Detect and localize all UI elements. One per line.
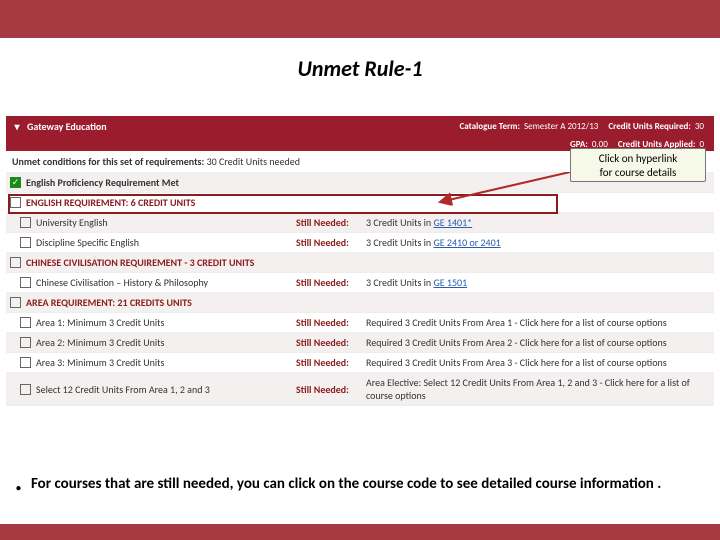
catalogue-term-value: Semester A 2012/13 — [524, 121, 608, 132]
slide-bottom-band — [0, 524, 720, 540]
credits-required-label: Credit Units Required: — [608, 121, 695, 132]
bullet-dot-icon: • — [16, 481, 21, 494]
checkbox-unmet-icon — [20, 384, 31, 395]
catalogue-term-label: Catalogue Term: — [459, 121, 524, 132]
row-label: University English — [36, 216, 296, 229]
callout-arrow-icon — [430, 172, 580, 212]
checkbox-unmet-icon — [20, 317, 31, 328]
checkbox-unmet-icon — [10, 297, 21, 308]
section-header-gateway-education[interactable]: ▾ Gateway Education Catalogue Term: Seme… — [6, 116, 714, 137]
still-needed-label: Still Needed: — [296, 276, 366, 289]
still-needed-label: Still Needed: — [296, 383, 366, 396]
checkbox-unmet-icon — [20, 357, 31, 368]
callout-line2: for course details — [600, 166, 677, 179]
still-needed-text: 3 Credit Units in GE 1501 — [366, 276, 710, 289]
row-area-1: Area 1: Minimum 3 Credit Units Still Nee… — [6, 313, 714, 333]
row-discipline-specific-english: Discipline Specific English Still Needed… — [6, 233, 714, 253]
row-label: Area 3: Minimum 3 Credit Units — [36, 356, 296, 369]
credits-required-value: 30 — [695, 121, 714, 132]
row-chinese-civilisation: Chinese Civilisation – History & Philoso… — [6, 273, 714, 293]
checkbox-unmet-icon — [10, 257, 21, 268]
row-label: Select 12 Credit Units From Area 1, 2 an… — [36, 383, 296, 396]
unmet-conditions-text: 30 Credit Units needed — [207, 155, 300, 168]
still-needed-prefix: 3 Credit Units in — [366, 276, 433, 289]
row-area-3: Area 3: Minimum 3 Credit Units Still Nee… — [6, 353, 714, 373]
section-header-label: Gateway Education — [27, 120, 107, 133]
slide-top-band — [0, 0, 720, 38]
slide-bullet-note: • For courses that are still needed, you… — [16, 475, 696, 494]
course-link-ge1401[interactable]: GE 1401* — [433, 216, 472, 229]
row-chinese-civ-heading: CHINESE CIVILISATION REQUIREMENT - 3 CRE… — [6, 253, 714, 273]
row-label: CHINESE CIVILISATION REQUIREMENT - 3 CRE… — [26, 256, 286, 269]
callout-line1: Click on hyperlink — [599, 152, 678, 165]
still-needed-prefix: 3 Credit Units in — [366, 236, 433, 249]
row-select-12-credits: Select 12 Credit Units From Area 1, 2 an… — [6, 373, 714, 406]
row-label: Discipline Specific English — [36, 236, 296, 249]
row-area-2: Area 2: Minimum 3 Credit Units Still Nee… — [6, 333, 714, 353]
course-link-ge2410-2401[interactable]: GE 2410 or 2401 — [433, 236, 500, 249]
still-needed-text[interactable]: Required 3 Credit Units From Area 2 - Cl… — [366, 336, 710, 349]
row-label: Area 1: Minimum 3 Credit Units — [36, 316, 296, 329]
checkbox-unmet-icon — [20, 277, 31, 288]
row-english-requirement-heading: ENGLISH REQUIREMENT: 6 CREDIT UNITS — [6, 193, 714, 213]
row-area-requirement-heading: AREA REQUIREMENT: 21 CREDITS UNITS — [6, 293, 714, 313]
still-needed-label: Still Needed: — [296, 216, 366, 229]
callout-hyperlink-note: Click on hyperlink for course details — [570, 148, 706, 182]
unmet-conditions-label: Unmet conditions for this set of require… — [12, 155, 204, 168]
still-needed-text: 3 Credit Units in GE 1401* — [366, 216, 710, 229]
row-label: English Proficiency Requirement Met — [26, 176, 179, 189]
still-needed-label: Still Needed: — [296, 316, 366, 329]
slide-title: Unmet Rule-1 — [0, 55, 720, 82]
still-needed-text[interactable]: Area Elective: Select 12 Credit Units Fr… — [366, 376, 710, 402]
checkbox-unmet-icon — [20, 237, 31, 248]
checkbox-unmet-icon — [20, 337, 31, 348]
still-needed-label: Still Needed: — [296, 356, 366, 369]
checkbox-unmet-icon — [10, 197, 21, 208]
still-needed-label: Still Needed: — [296, 336, 366, 349]
still-needed-prefix: 3 Credit Units in — [366, 216, 433, 229]
section-header-stats: Catalogue Term: Semester A 2012/13 Credi… — [459, 116, 714, 137]
row-university-english: University English Still Needed: 3 Credi… — [6, 213, 714, 233]
checkbox-met-icon: ✓ — [10, 177, 21, 188]
row-label: AREA REQUIREMENT: 21 CREDITS UNITS — [26, 296, 286, 309]
row-label: ENGLISH REQUIREMENT: 6 CREDIT UNITS — [26, 196, 286, 209]
slide-bullet-text: For courses that are still needed, you c… — [31, 475, 661, 493]
still-needed-text[interactable]: Required 3 Credit Units From Area 1 - Cl… — [366, 316, 710, 329]
still-needed-text: 3 Credit Units in GE 2410 or 2401 — [366, 236, 710, 249]
course-link-ge1501[interactable]: GE 1501 — [433, 276, 467, 289]
collapse-icon[interactable]: ▾ — [12, 122, 22, 132]
still-needed-text[interactable]: Required 3 Credit Units From Area 3 - Cl… — [366, 356, 710, 369]
checkbox-unmet-icon — [20, 217, 31, 228]
row-label: Chinese Civilisation – History & Philoso… — [36, 276, 296, 289]
row-label: Area 2: Minimum 3 Credit Units — [36, 336, 296, 349]
still-needed-label: Still Needed: — [296, 236, 366, 249]
